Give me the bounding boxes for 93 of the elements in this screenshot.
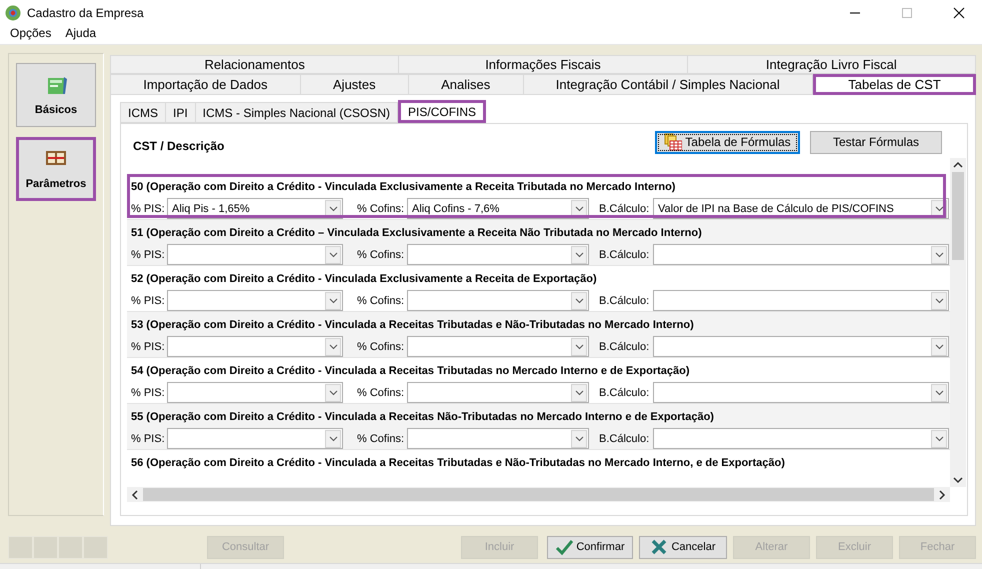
field-label: % PIS:: [131, 294, 165, 306]
dropdown[interactable]: [407, 336, 589, 357]
field-label: B.Cálculo:: [599, 432, 650, 444]
field-label: % PIS:: [131, 248, 165, 260]
menu-item[interactable]: Opções: [9, 26, 52, 40]
dropdown[interactable]: [407, 428, 589, 449]
tab[interactable]: Analises: [408, 74, 524, 95]
chevron-down-icon: [574, 252, 584, 258]
tab[interactable]: Informações Fiscais: [399, 55, 688, 74]
tab[interactable]: ICMS - Simples Nacional (CSOSN): [196, 102, 398, 123]
sidebar-button[interactable]: Parâmetros: [16, 137, 96, 201]
chevron-down-icon: [328, 436, 338, 442]
chevron-down-icon: [574, 436, 584, 442]
field-label: % Cofins:: [357, 248, 405, 260]
maximize-icon[interactable]: [901, 7, 913, 19]
tab[interactable]: Importação de Dados: [110, 74, 301, 95]
dropdown[interactable]: [167, 244, 343, 265]
chevron-down-icon: [574, 390, 584, 396]
tab[interactable]: Tabelas de CST: [813, 74, 976, 95]
sidebar-button[interactable]: Básicos: [16, 63, 96, 127]
field-label: % Cofins:: [357, 432, 405, 444]
scroll-thumb[interactable]: [952, 172, 964, 260]
cross-icon: [650, 538, 668, 556]
field-label: B.Cálculo:: [599, 202, 650, 214]
chevron-down-icon: [934, 252, 944, 258]
spreadsheet-icon: [664, 133, 682, 151]
chevron-down-icon: [328, 298, 338, 304]
cst-title: 55 (Operação com Direito a Crédito - Vinculada a Receitas Não-Tributadas no Mercado Interno e de Exportação): [131, 411, 714, 423]
dropdown[interactable]: [167, 428, 343, 449]
chevron-down-icon: [328, 206, 338, 212]
dropdown[interactable]: [653, 336, 949, 357]
dropdown[interactable]: [653, 290, 949, 311]
scroll-right-icon: [937, 490, 947, 500]
app-icon: [5, 5, 21, 21]
dropdown[interactable]: [167, 290, 343, 311]
dropdown[interactable]: [653, 244, 949, 265]
chevron-down-icon: [574, 298, 584, 304]
chevron-down-icon: [934, 206, 944, 212]
section-title: CST / Descrição: [133, 139, 224, 153]
dropdown[interactable]: [167, 382, 343, 403]
scroll-thumb[interactable]: [143, 488, 934, 501]
cst-title: 51 (Operação com Direito a Crédito – Vinculada Exclusivamente a Receita Não Tributada no Mercado Interno): [131, 227, 702, 239]
chevron-down-icon: [328, 390, 338, 396]
tab[interactable]: Integração Livro Fiscal: [688, 55, 976, 74]
cst-title: 54 (Operação com Direito a Crédito - Vinculada a Receitas Tributadas no Mercado Interno e de Exportação): [131, 365, 690, 377]
chevron-down-icon: [934, 298, 944, 304]
dropdown[interactable]: [407, 290, 589, 311]
tab[interactable]: IPI: [166, 102, 196, 123]
dropdown[interactable]: [407, 382, 589, 403]
checkmark-icon: [555, 538, 574, 556]
tab[interactable]: PIS/COFINS: [398, 100, 486, 123]
field-label: % Cofins:: [357, 202, 405, 214]
chevron-down-icon: [574, 344, 584, 350]
tab[interactable]: Integração Contábil / Simples Nacional: [524, 74, 814, 95]
box-icon: [45, 74, 67, 96]
field-label: % PIS:: [131, 386, 165, 398]
field-label: B.Cálculo:: [599, 386, 650, 398]
dropdown[interactable]: [653, 382, 949, 403]
chevron-down-icon: [934, 390, 944, 396]
window-title: Cadastro da Empresa: [27, 6, 144, 20]
scroll-left-icon: [130, 490, 140, 500]
cst-title: 52 (Operação com Direito a Crédito - Vinculada Exclusivamente a Receita de Exportação): [131, 273, 597, 285]
action-button[interactable]: Confirmar: [547, 536, 633, 558]
dropdown[interactable]: [653, 428, 949, 449]
menu-item[interactable]: Ajuda: [64, 26, 98, 40]
formula-table-button[interactable]: Tabela de Fórmulas: [655, 130, 800, 154]
field-label: B.Cálculo:: [599, 248, 650, 260]
field-label: % Cofins:: [357, 340, 405, 352]
tab[interactable]: Ajustes: [300, 74, 409, 95]
dropdown[interactable]: [407, 244, 589, 265]
field-label: B.Cálculo:: [599, 294, 650, 306]
field-label: % Cofins:: [357, 386, 405, 398]
tab[interactable]: Relacionamentos: [110, 55, 400, 74]
field-label: % PIS:: [131, 432, 165, 444]
cst-title: 53 (Operação com Direito a Crédito - Vinculada a Receitas Tributadas e Não-Tributadas no Mercado Interno): [131, 319, 694, 331]
chevron-down-icon: [328, 344, 338, 350]
cst-title: 56 (Operação com Direito a Crédito - Vinculada a Receitas Tributadas e Não-Tributadas no Mercado Interno, e de Exportação): [131, 457, 785, 469]
vertical-scrollbar[interactable]: [950, 158, 966, 487]
chevron-down-icon: [574, 206, 584, 212]
dropdown[interactable]: [167, 336, 343, 357]
action-button[interactable]: Cancelar: [639, 536, 727, 558]
test-button[interactable]: Testar Fórmulas: [810, 130, 942, 154]
field-label: % PIS:: [131, 340, 165, 352]
chevron-down-icon: [934, 344, 944, 350]
field-label: % PIS:: [131, 202, 165, 214]
field-label: B.Cálculo:: [599, 340, 650, 352]
horizontal-scrollbar[interactable]: [127, 487, 950, 502]
chevron-down-icon: [328, 252, 338, 258]
close-icon[interactable]: [953, 7, 965, 19]
cst-title: 50 (Operação com Direito a Crédito - Vinculada Exclusivamente a Receita Tributada no Mercado Interno): [131, 181, 676, 193]
tab[interactable]: ICMS: [120, 102, 166, 123]
chevron-down-icon: [934, 436, 944, 442]
field-label: % Cofins:: [357, 294, 405, 306]
